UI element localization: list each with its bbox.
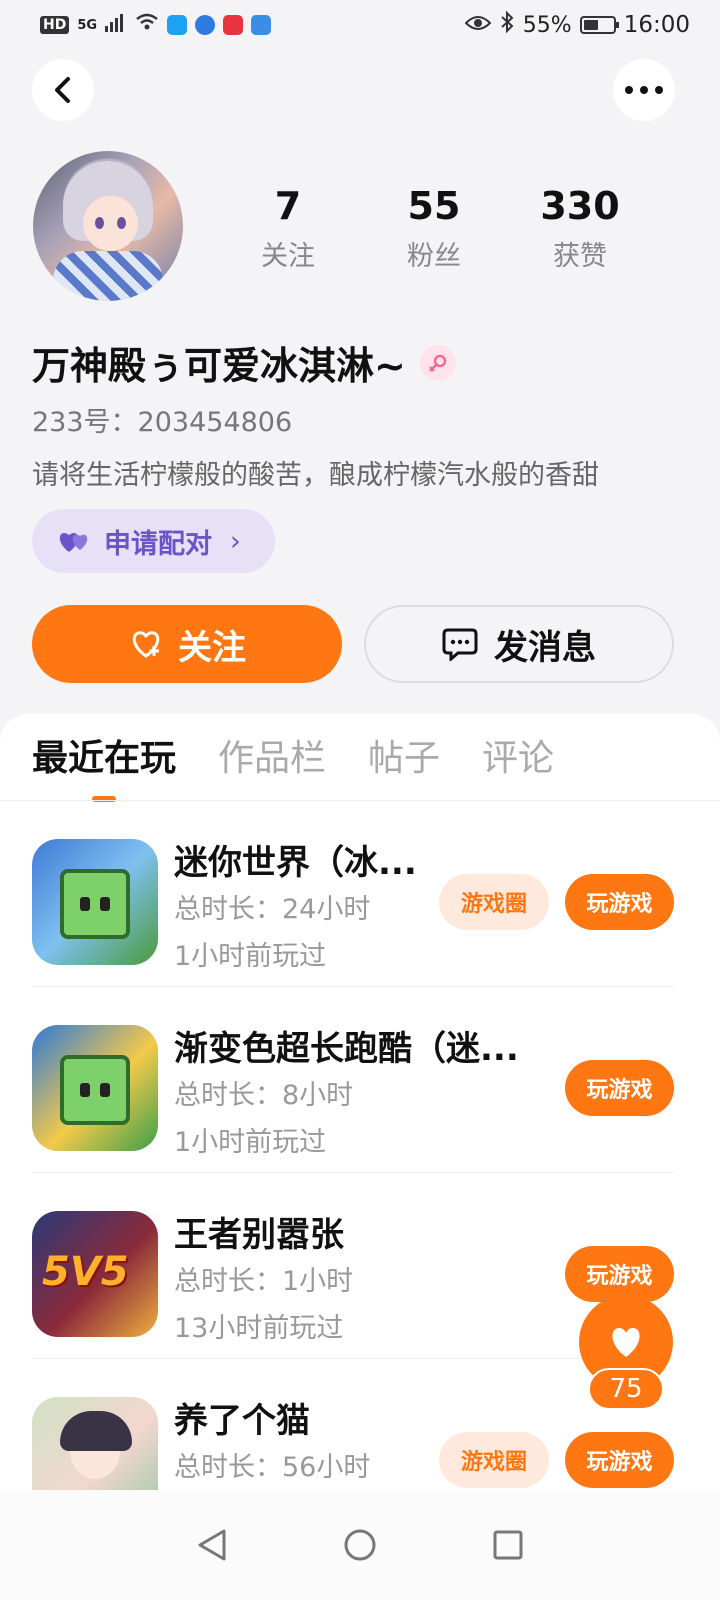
tab-works[interactable]: 作品栏 xyxy=(218,734,326,802)
network-indicator: 5G xyxy=(77,17,98,33)
username-row: 万神殿ぅ可爱冰淇淋~ xyxy=(32,335,456,390)
play-game-button[interactable]: 玩游戏 xyxy=(565,1246,674,1302)
bluetooth-icon xyxy=(499,10,515,39)
profile-tabs: 最近在玩 作品栏 帖子 评论 xyxy=(32,734,554,802)
back-button[interactable] xyxy=(32,59,94,121)
user-id-value: 203454806 xyxy=(137,407,293,438)
battery-percent: 55% xyxy=(522,12,572,38)
send-message-button[interactable]: 发消息 xyxy=(364,605,674,683)
clock: 16:00 xyxy=(623,12,690,38)
game-last-played: 1小时前玩过 xyxy=(174,1127,327,1158)
nav-back-button[interactable] xyxy=(192,1525,232,1565)
game-title: 王者别嚣张 xyxy=(174,1215,344,1255)
stat-fans[interactable]: 55 粉丝 xyxy=(361,180,507,273)
search-app-icon xyxy=(167,15,188,35)
square-recents-icon xyxy=(493,1530,523,1560)
nav-recents-button[interactable] xyxy=(488,1525,528,1565)
stat-value: 330 xyxy=(540,184,620,228)
like-count: 75 xyxy=(588,1368,664,1410)
user-bio: 请将生活柠檬般的酸苦，酿成柠檬汽水般的香甜 xyxy=(32,460,599,491)
tab-posts[interactable]: 帖子 xyxy=(368,734,440,802)
system-nav-bar xyxy=(0,1490,720,1600)
game-duration: 总时长：24小时 xyxy=(174,894,371,925)
stat-label: 粉丝 xyxy=(407,241,461,272)
wifi-icon xyxy=(135,12,159,38)
stat-value: 7 xyxy=(274,184,302,228)
battery-icon xyxy=(579,16,619,34)
status-left: HD 5G xyxy=(40,12,272,38)
stat-label: 获赞 xyxy=(553,241,607,272)
heart-icon xyxy=(612,1327,640,1357)
browser-app-icon xyxy=(195,15,216,35)
nav-home-button[interactable] xyxy=(340,1525,380,1565)
list-item[interactable]: 迷你世界（冰... 总时长：24小时 1小时前玩过 游戏圈 玩游戏 xyxy=(32,801,674,987)
stat-label: 关注 xyxy=(261,241,315,272)
stat-likes[interactable]: 330 获赞 xyxy=(507,180,653,273)
stat-following[interactable]: 7 关注 xyxy=(215,180,361,273)
list-item[interactable]: 5V5 王者别嚣张 总时长：1小时 13小时前玩过 玩游戏 xyxy=(32,1173,674,1359)
game-icon[interactable]: 5V5 xyxy=(32,1211,158,1337)
apply-match-button[interactable]: 申请配对 › xyxy=(32,509,275,573)
game-duration: 总时长：56小时 xyxy=(174,1452,371,1483)
game-title: 养了个猫 xyxy=(174,1401,310,1441)
tab-recently-played[interactable]: 最近在玩 xyxy=(32,734,176,802)
content-panel: 最近在玩 作品栏 帖子 评论 迷你世界（冰... 总时长：24小时 1小时前玩过… xyxy=(0,714,720,1600)
game-circle-button[interactable]: 游戏圈 xyxy=(439,874,549,930)
status-bar: HD 5G 55% 16:00 xyxy=(0,0,720,50)
username: 万神殿ぅ可爱冰淇淋~ xyxy=(32,344,406,388)
female-icon xyxy=(419,344,456,381)
send-message-label: 发消息 xyxy=(494,627,596,668)
triangle-back-icon xyxy=(198,1529,226,1561)
more-button[interactable] xyxy=(613,59,675,121)
profile-stats: 7 关注 55 粉丝 330 获赞 xyxy=(215,180,720,273)
back-arrow-icon xyxy=(55,77,70,103)
eye-icon xyxy=(464,13,492,38)
tab-comments[interactable]: 评论 xyxy=(482,734,554,802)
game-last-played: 1小时前玩过 xyxy=(174,941,327,972)
play-game-button[interactable]: 玩游戏 xyxy=(565,1432,674,1488)
game-duration: 总时长：8小时 xyxy=(174,1080,354,1111)
game-icon-text: 5V5 xyxy=(42,1249,129,1295)
user-id-label: 233号： xyxy=(32,407,138,438)
game-icon[interactable] xyxy=(32,1025,158,1151)
action-row: 关注 发消息 xyxy=(32,605,674,683)
circle-home-icon xyxy=(344,1529,376,1561)
signal-icon xyxy=(105,12,127,38)
avatar[interactable] xyxy=(33,151,183,301)
hd-indicator: HD xyxy=(40,16,70,34)
game-title: 迷你世界（冰... xyxy=(174,843,417,883)
heart-plus-icon xyxy=(132,631,160,658)
game-title: 渐变色超长跑酷（迷... xyxy=(174,1029,519,1069)
play-game-button[interactable]: 玩游戏 xyxy=(565,874,674,930)
status-right: 55% 16:00 xyxy=(464,10,690,39)
game-circle-button[interactable]: 游戏圈 xyxy=(439,1432,549,1488)
user-id: 233号：203454806 xyxy=(32,400,292,439)
double-heart-icon xyxy=(59,533,88,552)
more-dots-icon xyxy=(625,86,663,94)
apply-match-label: 申请配对 xyxy=(104,528,212,560)
book-app-icon xyxy=(223,15,244,35)
game-icon[interactable] xyxy=(32,839,158,965)
game-duration: 总时长：1小时 xyxy=(174,1266,354,1297)
chat-bubble-icon xyxy=(442,628,478,661)
game-list: 迷你世界（冰... 总时长：24小时 1小时前玩过 游戏圈 玩游戏 渐变色超长跑… xyxy=(32,801,674,1545)
school-app-icon xyxy=(251,15,272,35)
follow-label: 关注 xyxy=(178,627,246,668)
follow-button[interactable]: 关注 xyxy=(32,605,342,683)
play-game-button[interactable]: 玩游戏 xyxy=(565,1060,674,1116)
stat-value: 55 xyxy=(407,184,461,228)
chevron-right-icon: › xyxy=(230,525,241,557)
game-last-played: 13小时前玩过 xyxy=(174,1313,344,1344)
list-item[interactable]: 渐变色超长跑酷（迷... 总时长：8小时 1小时前玩过 玩游戏 xyxy=(32,987,674,1173)
